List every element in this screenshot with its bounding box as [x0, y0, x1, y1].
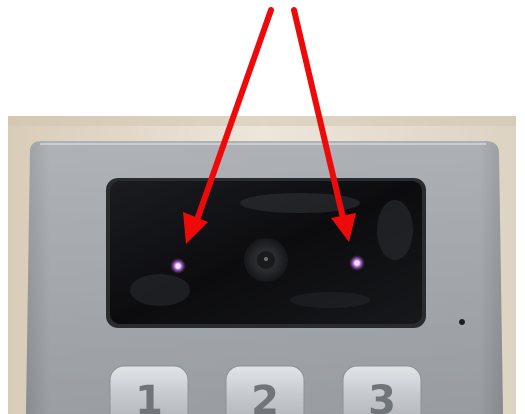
- microphone-hole: [459, 319, 465, 325]
- glass-reflection: [130, 274, 190, 306]
- ir-led-left: [175, 263, 181, 269]
- key-3-label: 3: [368, 378, 396, 414]
- wall-shadow: [8, 116, 516, 126]
- keypad: 1 2 3: [109, 365, 422, 414]
- intercom-photo: 1 2 3: [0, 0, 525, 414]
- glass-reflection: [377, 200, 413, 260]
- ir-led-right: [354, 260, 360, 266]
- camera-lens-glint: [264, 257, 268, 261]
- key-2-label: 2: [251, 378, 279, 414]
- glass-reflection: [290, 292, 370, 308]
- key-1-label: 1: [135, 378, 163, 414]
